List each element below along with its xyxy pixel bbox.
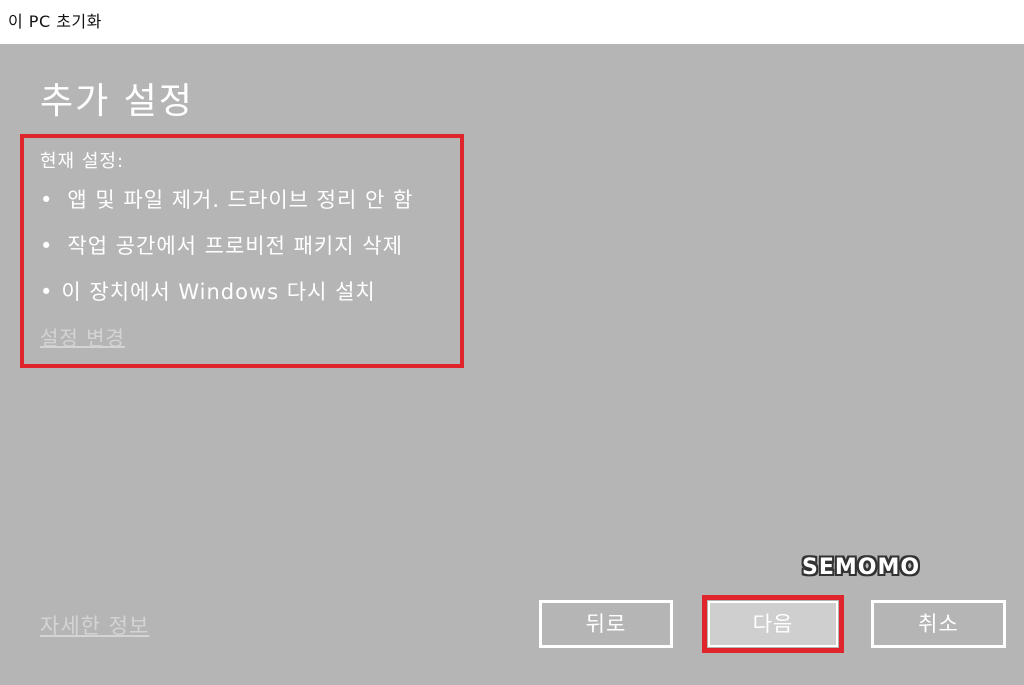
- current-settings-label: 현재 설정:: [40, 151, 125, 172]
- cancel-button[interactable]: 취소: [871, 600, 1006, 648]
- settings-item-label: 이 장치에서 Windows 다시 설치: [61, 280, 376, 304]
- window-title: 이 PC 초기화: [0, 0, 1024, 44]
- settings-item-remove-apps: • 앱 및 파일 제거. 드라이브 정리 안 함: [40, 184, 413, 214]
- settings-item-reinstall-windows: • 이 장치에서 Windows 다시 설치: [40, 276, 376, 306]
- reset-dialog: 추가 설정 현재 설정: • 앱 및 파일 제거. 드라이브 정리 안 함 • 작업…: [0, 44, 1024, 685]
- change-settings-link[interactable]: 설정 변경: [40, 322, 125, 351]
- page-title: 추가 설정: [40, 81, 194, 122]
- back-button[interactable]: 뒤로: [539, 600, 673, 648]
- next-button[interactable]: 다음: [708, 601, 838, 647]
- settings-item-delete-packages: • 작업 공간에서 프로비전 패키지 삭제: [40, 230, 403, 260]
- settings-item-label: 앱 및 파일 제거. 드라이브 정리 안 함: [67, 188, 414, 212]
- bullet-icon: •: [40, 280, 54, 304]
- bullet-icon: •: [40, 188, 54, 212]
- more-info-link[interactable]: 자세한 정보: [40, 610, 149, 640]
- watermark: SEMOMO: [802, 555, 921, 580]
- bullet-icon: •: [40, 234, 54, 258]
- settings-item-label: 작업 공간에서 프로비전 패키지 삭제: [67, 234, 403, 258]
